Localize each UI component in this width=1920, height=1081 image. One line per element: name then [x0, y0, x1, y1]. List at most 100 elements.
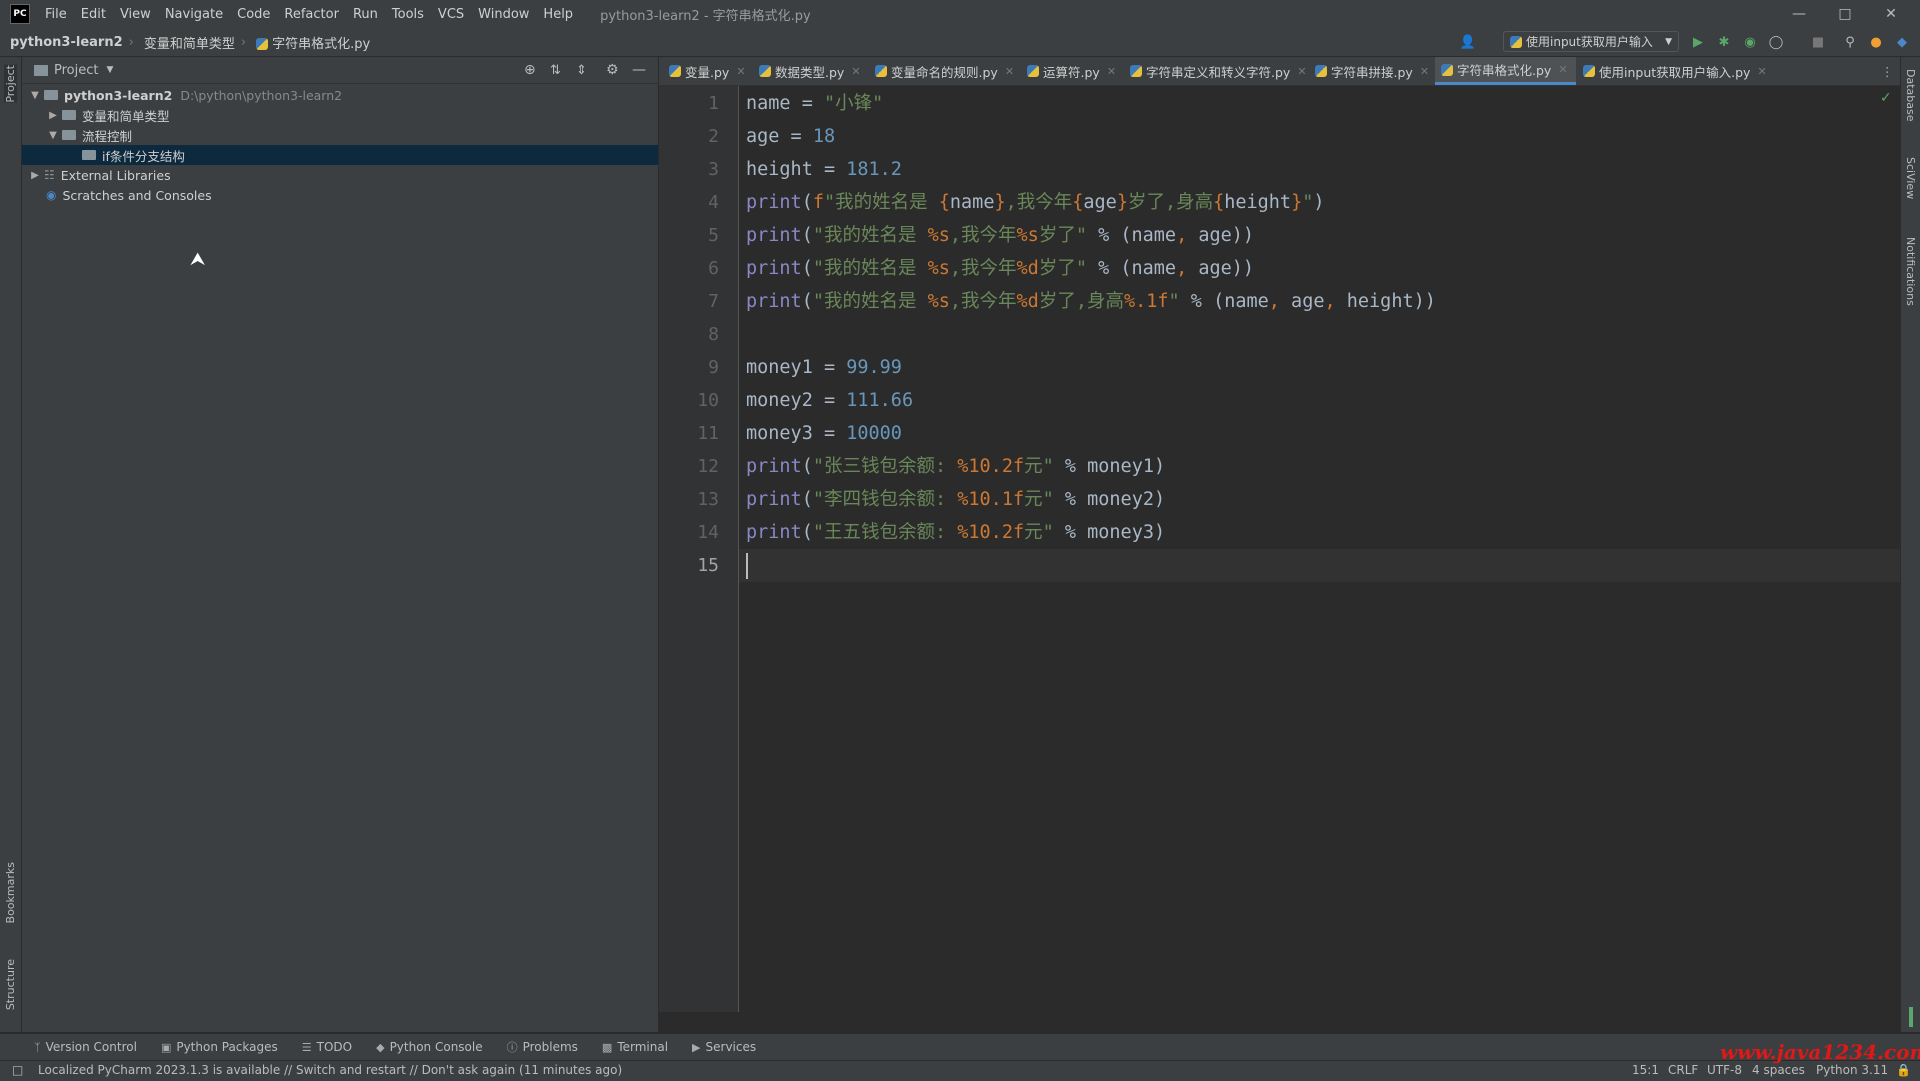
project-panel-title[interactable]: Project	[54, 63, 98, 78]
problems-icon: ⓘ	[506, 1041, 518, 1054]
interpreter[interactable]: Python 3.11	[1816, 1063, 1888, 1077]
menu-run[interactable]: Run	[346, 7, 385, 22]
tab-1[interactable]: 变量.py ✕	[669, 57, 746, 85]
debug-icon[interactable]: ✱	[1714, 32, 1734, 52]
expand-all-icon[interactable]: ⇅	[550, 63, 561, 78]
locate-file-icon[interactable]: ⊕	[524, 62, 536, 78]
scratches-icon: ◉	[46, 188, 57, 202]
menu-help[interactable]: Help	[536, 7, 580, 22]
terminal-tool-button[interactable]: ▩ Terminal	[602, 1040, 668, 1054]
project-tool-button[interactable]: Project	[4, 65, 17, 103]
breadcrumb-folder[interactable]: 变量和简单类型	[134, 33, 241, 52]
close-icon[interactable]: ✕	[1107, 65, 1116, 78]
status-message[interactable]: Localized PyCharm 2023.1.3 is available …	[38, 1063, 622, 1077]
database-tool-button[interactable]: Database	[1904, 69, 1917, 122]
tab-3[interactable]: 变量命名的规则.py ✕	[875, 57, 1014, 85]
code-line[interactable]: print("我的姓名是 %s,我今年%d岁了" % (name, age))	[746, 252, 1254, 285]
cursor-position[interactable]: 15:1	[1632, 1063, 1659, 1077]
code-line[interactable]: print("张三钱包余额: %10.2f元" % money1)	[746, 450, 1165, 483]
jetbrains-icon[interactable]: ◆	[1892, 32, 1912, 52]
minimize-icon[interactable]: —	[1776, 0, 1822, 28]
code-line[interactable]: name = "小锋"	[746, 87, 883, 120]
collapse-all-icon[interactable]: ⇕	[576, 63, 587, 78]
maximize-icon[interactable]: □	[1822, 0, 1868, 28]
code-line[interactable]: money2 = 111.66	[746, 384, 913, 417]
status-toggle-icon[interactable]: □	[12, 1063, 23, 1077]
close-icon[interactable]: ✕	[1297, 65, 1306, 78]
tab-5[interactable]: 字符串定义和转义字符.py ✕	[1130, 57, 1307, 85]
profile-icon[interactable]: ◯	[1766, 32, 1786, 52]
tree-item-root[interactable]: ▼ python3-learn2 D:\python\python3-learn…	[22, 85, 658, 105]
tab-2[interactable]: 数据类型.py ✕	[759, 57, 861, 85]
menu-view[interactable]: View	[113, 7, 158, 22]
close-window-icon[interactable]: ✕	[1868, 0, 1914, 28]
sciview-tool-button[interactable]: SciView	[1904, 157, 1917, 199]
run-config-selector[interactable]: 使用input获取用户输入 ▼	[1503, 31, 1679, 52]
tree-item-external-libraries[interactable]: ▶ ☷ External Libraries	[22, 165, 658, 185]
menu-tools[interactable]: Tools	[385, 7, 431, 22]
chevron-down-icon: ▼	[1665, 36, 1672, 47]
menu-vcs[interactable]: VCS	[431, 7, 471, 22]
file-encoding[interactable]: UTF-8	[1707, 1063, 1742, 1077]
python-file-icon	[1510, 35, 1522, 48]
coverage-icon[interactable]: ◉	[1740, 32, 1760, 52]
tree-item-folder[interactable]: ▶ 变量和简单类型	[22, 105, 658, 125]
code-line[interactable]: money3 = 10000	[746, 417, 902, 450]
breadcrumb-file[interactable]: 字符串格式化.py	[246, 33, 376, 52]
close-icon[interactable]: ✕	[851, 65, 860, 78]
close-icon[interactable]: ✕	[1420, 65, 1429, 78]
search-icon[interactable]: ⚲	[1840, 32, 1860, 52]
code-line[interactable]: print("我的姓名是 %s,我今年%d岁了,身高%.1f" % (name,…	[746, 285, 1436, 318]
tab-4[interactable]: 运算符.py ✕	[1027, 57, 1116, 85]
stop-icon[interactable]: ■	[1808, 32, 1828, 52]
hide-panel-icon[interactable]: —	[632, 62, 646, 78]
services-tool-button[interactable]: ▶ Services	[692, 1040, 756, 1054]
code-line[interactable]: age = 18	[746, 120, 835, 153]
menu-window[interactable]: Window	[471, 7, 536, 22]
version-control-tool-button[interactable]: ᛉ Version Control	[34, 1040, 137, 1054]
bookmarks-tool-button[interactable]: Bookmarks	[4, 862, 17, 923]
structure-tool-button[interactable]: Structure	[4, 959, 17, 1010]
gear-icon[interactable]: ⚙	[606, 62, 619, 78]
run-icon[interactable]: ▶	[1688, 32, 1708, 52]
problems-tool-button[interactable]: ⓘ Problems	[507, 1039, 578, 1055]
inspection-ok-icon[interactable]: ✓	[1880, 90, 1892, 106]
close-icon[interactable]: ✕	[1005, 65, 1014, 78]
code-line[interactable]: print("王五钱包余额: %10.2f元" % money3)	[746, 516, 1165, 549]
code-editor[interactable]: name = "小锋" age = 18 height = 181.2 prin…	[739, 86, 1900, 1012]
tree-item-folder[interactable]: ▼ 流程控制	[22, 125, 658, 145]
todo-tool-button[interactable]: ☰ TODO	[302, 1040, 352, 1054]
line-separator[interactable]: CRLF	[1668, 1063, 1698, 1077]
menu-navigate[interactable]: Navigate	[158, 7, 230, 22]
code-line[interactable]: print("李四钱包余额: %10.1f元" % money2)	[746, 483, 1165, 516]
code-line[interactable]: print("我的姓名是 %s,我今年%s岁了" % (name, age))	[746, 219, 1254, 252]
tab-active[interactable]: 字符串格式化.py ✕	[1435, 57, 1576, 85]
code-line[interactable]: print(f"我的姓名是 {name},我今年{age}岁了,身高{heigh…	[746, 186, 1324, 219]
close-icon[interactable]: ✕	[1558, 63, 1567, 76]
close-icon[interactable]: ✕	[1757, 65, 1766, 78]
python-file-icon	[759, 65, 771, 77]
python-console-tool-button[interactable]: ◆ Python Console	[376, 1040, 483, 1054]
breadcrumb-project[interactable]: python3-learn2	[0, 35, 129, 50]
code-line[interactable]: height = 181.2	[746, 153, 902, 186]
menu-refactor[interactable]: Refactor	[277, 7, 346, 22]
menu-code[interactable]: Code	[230, 7, 277, 22]
tree-item-scratches[interactable]: ◉ Scratches and Consoles	[22, 185, 658, 205]
indent-setting[interactable]: 4 spaces	[1752, 1063, 1805, 1077]
notifications-tool-button[interactable]: Notifications	[1904, 237, 1917, 306]
update-icon[interactable]: ●	[1866, 32, 1886, 52]
lock-icon[interactable]: 🔒	[1896, 1063, 1911, 1077]
code-line-current[interactable]	[746, 549, 748, 582]
menu-file[interactable]: File	[38, 7, 74, 22]
menu-edit[interactable]: Edit	[74, 7, 113, 22]
tree-item-folder-selected[interactable]: if条件分支结构	[22, 145, 658, 165]
tab-6[interactable]: 字符串拼接.py ✕	[1315, 57, 1429, 85]
code-line[interactable]: money1 = 99.99	[746, 351, 902, 384]
tab-8[interactable]: 使用input获取用户输入.py ✕	[1583, 57, 1767, 85]
more-tabs-icon[interactable]: ⋮	[1881, 57, 1894, 85]
python-packages-tool-button[interactable]: ▣ Python Packages	[161, 1040, 278, 1054]
line-number: 2	[708, 126, 719, 147]
user-icon[interactable]: 👤	[1458, 32, 1478, 52]
close-icon[interactable]: ✕	[736, 65, 745, 78]
chevron-down-icon[interactable]: ▼	[106, 65, 113, 75]
